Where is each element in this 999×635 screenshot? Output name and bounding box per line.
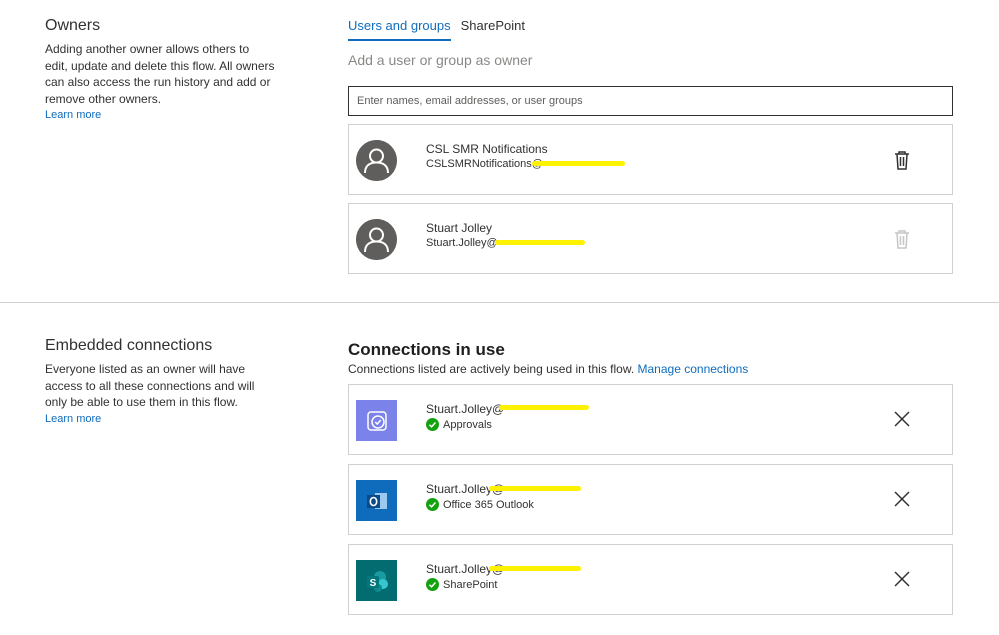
connection-service-label: Approvals	[443, 418, 492, 431]
connections-subtext: Connections listed are actively being us…	[348, 362, 748, 376]
sharepoint-icon: S	[356, 560, 397, 601]
owner-card: CSL SMR Notifications CSLSMRNotification…	[348, 124, 953, 195]
redaction-mark	[495, 240, 585, 245]
trash-icon	[892, 228, 912, 250]
owner-search-input[interactable]	[348, 86, 953, 116]
person-icon	[356, 140, 397, 181]
check-circle-icon	[426, 498, 439, 511]
manage-connections-link[interactable]: Manage connections	[638, 362, 749, 376]
connection-service: Office 365 Outlook	[426, 498, 534, 511]
owner-name: CSL SMR Notifications	[426, 142, 548, 156]
connection-card: S Stuart.Jolley@ SharePoint	[348, 544, 953, 615]
section-divider	[0, 302, 999, 303]
check-circle-icon	[426, 418, 439, 431]
owners-learn-more-link[interactable]: Learn more	[45, 107, 275, 124]
close-icon[interactable]	[893, 490, 911, 508]
embedded-description: Everyone listed as an owner will have ac…	[45, 361, 275, 427]
connection-account: Stuart.Jolley@	[426, 402, 505, 416]
owner-email: CSLSMRNotifications@	[426, 158, 543, 170]
outlook-icon	[356, 480, 397, 521]
person-icon	[356, 219, 397, 260]
check-circle-icon	[426, 578, 439, 591]
connection-service: SharePoint	[426, 578, 497, 591]
connections-heading: Connections in use	[348, 340, 505, 359]
connection-card: Stuart.Jolley@ Approvals	[348, 384, 953, 455]
owner-email: Stuart.Jolley@	[426, 237, 498, 249]
connections-subtext-label: Connections listed are actively being us…	[348, 362, 635, 376]
owners-description-text: Adding another owner allows others to ed…	[45, 42, 275, 106]
tab-users-and-groups[interactable]: Users and groups	[348, 18, 451, 41]
avatar	[356, 140, 397, 181]
close-icon[interactable]	[893, 570, 911, 588]
embedded-learn-more-link[interactable]: Learn more	[45, 411, 275, 428]
redaction-mark	[499, 405, 589, 410]
owners-description: Adding another owner allows others to ed…	[45, 41, 275, 124]
redaction-mark	[489, 486, 581, 491]
owners-title: Owners	[45, 17, 101, 34]
trash-icon[interactable]	[892, 149, 912, 171]
owner-card: Stuart Jolley Stuart.Jolley@	[348, 203, 953, 274]
redaction-mark	[532, 161, 625, 166]
connection-service-label: SharePoint	[443, 578, 498, 591]
add-owner-label: Add a user or group as owner	[348, 52, 533, 68]
redaction-mark	[489, 566, 581, 571]
embedded-description-text: Everyone listed as an owner will have ac…	[45, 362, 255, 409]
owner-name: Stuart Jolley	[426, 221, 493, 235]
svg-text:S: S	[369, 578, 376, 589]
approvals-icon	[356, 400, 397, 441]
avatar	[356, 219, 397, 260]
connection-service: Approvals	[426, 418, 492, 431]
embedded-title: Embedded connections	[45, 337, 213, 354]
connection-card: Stuart.Jolley@ Office 365 Outlook	[348, 464, 953, 535]
tab-sharepoint[interactable]: SharePoint	[461, 18, 525, 41]
connection-service-label: Office 365 Outlook	[443, 498, 534, 511]
close-icon[interactable]	[893, 410, 911, 428]
owner-tabs: Users and groups SharePoint	[348, 18, 525, 41]
